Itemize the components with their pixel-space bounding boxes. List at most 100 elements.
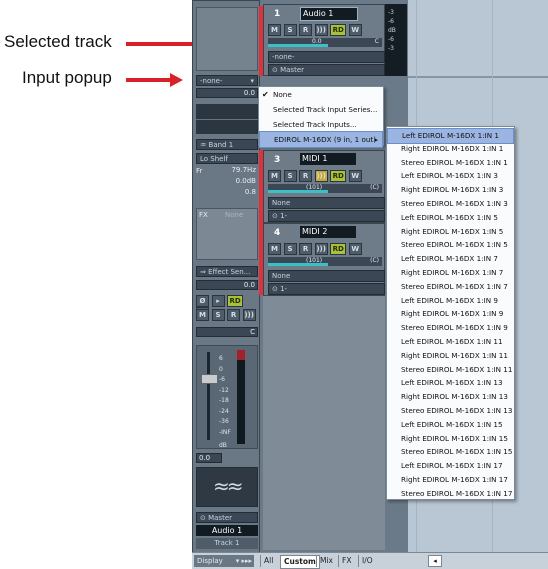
speaker-icon[interactable]: ))) bbox=[242, 309, 256, 321]
submenu-item[interactable]: Right EDIROL M-16DX 1:IN 9 bbox=[387, 307, 514, 321]
track-input-field[interactable]: None bbox=[268, 270, 385, 282]
track-header-4[interactable]: 4 MIDI 2 M S R ))) RD W (101) (C) None ⊙… bbox=[263, 223, 385, 296]
rd-button[interactable]: RD bbox=[227, 295, 244, 307]
track-mute-button[interactable]: M bbox=[268, 170, 281, 182]
display-menu[interactable]: Display ▾ ▸▸▸ bbox=[194, 555, 254, 567]
eq-fr-row[interactable]: Fr 79.7Hz bbox=[196, 166, 258, 176]
track-name-box[interactable]: MIDI 1 bbox=[300, 153, 356, 165]
submenu-item[interactable]: Left EDIROL M-16DX 1:IN 7 bbox=[387, 252, 514, 266]
fx-bin[interactable]: FX None bbox=[196, 208, 258, 260]
effect-send-select[interactable]: ⇒ Effect Sen... bbox=[196, 266, 258, 277]
track-solo-button[interactable]: S bbox=[283, 24, 297, 36]
track-mute-button[interactable]: M bbox=[268, 24, 281, 36]
fader-value-box[interactable]: 0.0 bbox=[196, 453, 222, 463]
submenu-item[interactable]: Stereo EDIROL M-16DX 1:IN 7 bbox=[387, 280, 514, 294]
submenu-item-label: Left EDIROL M-16DX 1:IN 17 bbox=[401, 461, 503, 471]
solo-button[interactable]: S bbox=[211, 309, 225, 321]
submenu-item-label: Stereo EDIROL M-16DX 1:IN 13 bbox=[401, 406, 513, 415]
track-output-field[interactable]: ⊙ 1- bbox=[268, 283, 385, 295]
submenu-item[interactable]: Stereo EDIROL M-16DX 1:IN 9 bbox=[387, 321, 514, 335]
eq-band-select[interactable]: ♒ Band 1 bbox=[196, 139, 258, 150]
submenu-item[interactable]: Stereo EDIROL M-16DX 1:IN 15 bbox=[387, 445, 514, 459]
track-volume-slider[interactable]: (101) (C) bbox=[268, 257, 382, 266]
eq-gain-row[interactable]: 0.0dB bbox=[196, 177, 258, 187]
menu-item-edirol-device[interactable]: EDIROL M-16DX (9 in, 1 out) ▸ bbox=[259, 131, 383, 148]
menu-item-input-series[interactable]: Selected Track Input Series... bbox=[259, 102, 383, 117]
tab-custom[interactable]: Custom bbox=[280, 555, 320, 569]
eq-q-row[interactable]: 0.8 bbox=[196, 188, 258, 198]
inspector-gain-row[interactable]: 0.0 bbox=[196, 88, 258, 98]
track-output-field[interactable]: ⊙ Master bbox=[268, 64, 385, 76]
track-header-3[interactable]: 3 MIDI 1 M S R ))) RD W (101) (C) None ⊙… bbox=[263, 150, 385, 223]
track-solo-button[interactable]: S bbox=[283, 170, 297, 182]
track-w-button[interactable]: W bbox=[348, 243, 362, 255]
submenu-item[interactable]: Left EDIROL M-16DX 1:IN 13 bbox=[387, 376, 514, 390]
speaker-icon[interactable]: ))) bbox=[314, 24, 328, 36]
track-header-1[interactable]: 1 Audio 1 M S R ))) RD W 0.0 C -none- ⊙ … bbox=[263, 4, 385, 76]
submenu-item[interactable]: Left EDIROL M-16DX 1:IN 15 bbox=[387, 418, 514, 432]
menu-item-none[interactable]: ✔ None bbox=[259, 87, 383, 102]
track-input-field[interactable]: -none- bbox=[268, 51, 385, 63]
track-rd-button[interactable]: RD bbox=[330, 170, 347, 182]
monitor-button[interactable]: ▸ bbox=[211, 295, 225, 307]
eq-filter-type[interactable]: Lo Shelf bbox=[196, 153, 258, 164]
track-volume-slider[interactable]: (101) (C) bbox=[268, 184, 382, 193]
track-name-box[interactable]: Audio 1 bbox=[300, 7, 358, 21]
output-select[interactable]: ⊙ Master bbox=[196, 512, 258, 523]
track-record-button[interactable]: R bbox=[299, 24, 313, 36]
tab-fx[interactable]: FX bbox=[338, 555, 354, 567]
submenu-item[interactable]: Stereo EDIROL M-16DX 1:IN 11 bbox=[387, 363, 514, 377]
track-w-button[interactable]: W bbox=[348, 24, 362, 36]
submenu-item[interactable]: Right EDIROL M-16DX 1:IN 1 bbox=[387, 142, 514, 156]
track-rd-button[interactable]: RD bbox=[330, 24, 347, 36]
volume-fader-handle[interactable] bbox=[201, 374, 218, 384]
track-volume-value: 0.0 bbox=[312, 38, 322, 45]
track-mute-button[interactable]: M bbox=[268, 243, 281, 255]
submenu-item[interactable]: Left EDIROL M-16DX 1:IN 5 bbox=[387, 211, 514, 225]
track-record-button[interactable]: R bbox=[299, 243, 313, 255]
speaker-icon[interactable]: ))) bbox=[314, 170, 328, 182]
tab-all[interactable]: All bbox=[260, 555, 276, 567]
menu-item-track-inputs[interactable]: Selected Track Inputs... bbox=[259, 117, 383, 132]
track-solo-button[interactable]: S bbox=[283, 243, 297, 255]
tab-io[interactable]: I/O bbox=[358, 555, 376, 567]
submenu-item[interactable]: Left EDIROL M-16DX 1:IN 11 bbox=[387, 335, 514, 349]
pan-slider[interactable]: C bbox=[196, 327, 258, 337]
tab-mix[interactable]: Mix bbox=[316, 555, 336, 567]
submenu-item[interactable]: Right EDIROL M-16DX 1:IN 11 bbox=[387, 349, 514, 363]
inspector-input-popup[interactable]: -none- ▾ bbox=[196, 75, 258, 86]
submenu-item-label: Stereo EDIROL M-16DX 1:IN 3 bbox=[401, 199, 508, 208]
track-rd-button[interactable]: RD bbox=[330, 243, 347, 255]
submenu-item[interactable]: Stereo EDIROL M-16DX 1:IN 17 bbox=[387, 487, 514, 501]
track-input-field[interactable]: None bbox=[268, 197, 385, 209]
submenu-item[interactable]: Left EDIROL M-16DX 1:IN 9 bbox=[387, 294, 514, 308]
display-label: Display bbox=[197, 557, 223, 565]
submenu-item[interactable]: Right EDIROL M-16DX 1:IN 5 bbox=[387, 225, 514, 239]
track-name-box[interactable]: MIDI 2 bbox=[300, 226, 356, 238]
scroll-left-icon[interactable]: ◂ bbox=[428, 555, 442, 567]
track-name-field[interactable]: Audio 1 bbox=[196, 525, 258, 536]
eq-filter-type-value: Lo Shelf bbox=[200, 155, 228, 163]
track-output-field[interactable]: ⊙ 1- bbox=[268, 210, 385, 222]
send-level[interactable]: 0.0 bbox=[196, 280, 258, 290]
submenu-item[interactable]: Right EDIROL M-16DX 1:IN 7 bbox=[387, 266, 514, 280]
track-pan-value: (C) bbox=[370, 257, 379, 264]
track-w-button[interactable]: W bbox=[348, 170, 362, 182]
submenu-item[interactable]: Stereo EDIROL M-16DX 1:IN 13 bbox=[387, 404, 514, 418]
submenu-item[interactable]: Right EDIROL M-16DX 1:IN 17 bbox=[387, 473, 514, 487]
submenu-item[interactable]: Right EDIROL M-16DX 1:IN 13 bbox=[387, 390, 514, 404]
submenu-item[interactable]: Stereo EDIROL M-16DX 1:IN 3 bbox=[387, 197, 514, 211]
input-echo-button[interactable]: Ø bbox=[196, 295, 209, 307]
record-button[interactable]: R bbox=[227, 309, 241, 321]
mute-button[interactable]: M bbox=[196, 309, 209, 321]
submenu-item[interactable]: Right EDIROL M-16DX 1:IN 15 bbox=[387, 432, 514, 446]
speaker-icon[interactable]: ))) bbox=[314, 243, 328, 255]
track-icon-area[interactable]: ≈≈ bbox=[196, 467, 258, 507]
submenu-item[interactable]: Stereo EDIROL M-16DX 1:IN 5 bbox=[387, 238, 514, 252]
submenu-item[interactable]: Left EDIROL M-16DX 1:IN 3 bbox=[387, 169, 514, 183]
submenu-item[interactable]: Stereo EDIROL M-16DX 1:IN 1 bbox=[387, 156, 514, 170]
track-record-button[interactable]: R bbox=[299, 170, 313, 182]
submenu-item[interactable]: Right EDIROL M-16DX 1:IN 3 bbox=[387, 183, 514, 197]
submenu-item[interactable]: Left EDIROL M-16DX 1:IN 17 bbox=[387, 459, 514, 473]
track-volume-slider[interactable]: 0.0 C bbox=[268, 38, 382, 47]
